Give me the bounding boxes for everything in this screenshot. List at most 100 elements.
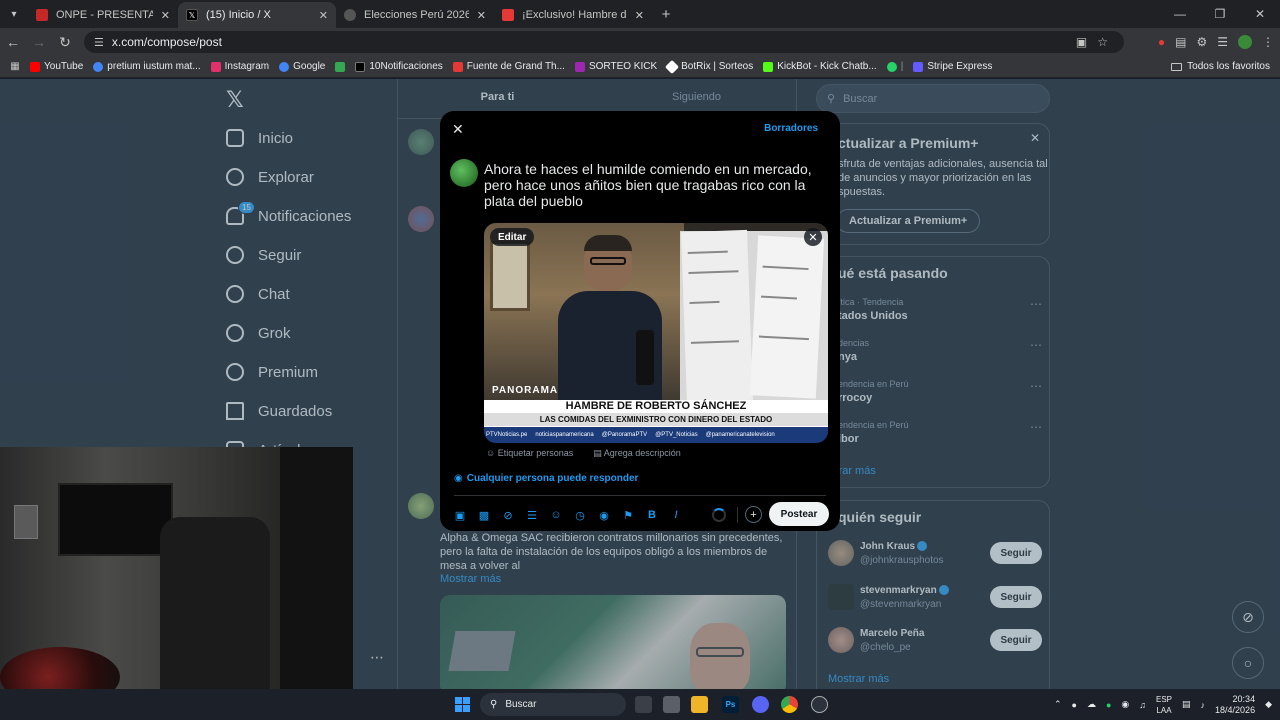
language-indicator[interactable]: ESP LAA xyxy=(1156,694,1172,716)
taskbar-search[interactable]: ⚲ Buscar xyxy=(480,693,626,716)
bookmark-kickbot[interactable]: KickBot - Kick Chatb... xyxy=(763,61,877,72)
task-view-icon[interactable] xyxy=(635,696,652,713)
edit-media-button[interactable]: Editar xyxy=(490,228,535,246)
bookmark-google[interactable]: Google xyxy=(279,61,325,72)
poll-icon[interactable]: ☰ xyxy=(524,507,540,523)
file-explorer-icon[interactable] xyxy=(691,696,708,713)
bookmark-youtube[interactable]: YouTube xyxy=(30,61,83,72)
grok-icon[interactable]: ⊘ xyxy=(500,507,516,523)
bookmark-pretium[interactable]: pretium iustum mat... xyxy=(93,61,201,72)
close-icon[interactable]: ✕ xyxy=(477,9,486,22)
bookmark-label: Instagram xyxy=(224,61,270,72)
lower-third: HAMBRE DE ROBERTO SÁNCHEZ LAS COMIDAS DE… xyxy=(484,400,828,427)
bookmark-botrix[interactable]: BotRix | Sorteos xyxy=(665,59,753,74)
bookmark-instagram[interactable]: Instagram xyxy=(210,61,270,72)
add-post-button[interactable]: + xyxy=(745,506,762,523)
bold-icon[interactable]: B xyxy=(644,507,660,523)
schedule-icon[interactable]: ◷ xyxy=(572,507,588,523)
browser-tab-onpe[interactable]: ONPE - PRESENTACIÓN DE RES ✕ xyxy=(28,2,178,28)
windows-taskbar: ⚲ Buscar Ps ⌃ ● ☁ ● ◉ ♫ ESP LAA ▤ ♪ 20:3… xyxy=(0,689,1280,720)
profile-avatar[interactable] xyxy=(1238,35,1252,49)
bookmark-favicon-icon xyxy=(335,61,346,72)
extensions-icon[interactable]: ⚙ xyxy=(1196,35,1207,49)
clock-date: 18/4/2026 xyxy=(1215,704,1256,715)
tray-app-icon[interactable]: ◉ xyxy=(1121,699,1129,710)
tab-search-button[interactable]: ▾ xyxy=(0,0,28,28)
new-tab-button[interactable]: + xyxy=(652,6,680,23)
social-ticker: PTVNoticias.pe noticiaspanamericana @Pan… xyxy=(484,427,828,443)
browser-tab-x-home[interactable]: 𝕏 (15) Inicio / X ✕ xyxy=(178,2,336,28)
bookmark-whatsapp[interactable]: | xyxy=(886,61,903,72)
location-icon[interactable]: ◉ xyxy=(596,507,612,523)
reading-list-icon[interactable]: ☰ xyxy=(1217,35,1228,49)
menu-icon[interactable]: ⋮ xyxy=(1262,35,1274,49)
app-icon[interactable] xyxy=(663,696,680,713)
close-window-icon[interactable]: ✕ xyxy=(1240,0,1280,28)
man-graphic xyxy=(554,235,664,405)
chrome-icon[interactable] xyxy=(781,696,798,713)
cast-icon[interactable]: ▣ xyxy=(1076,35,1087,49)
italic-icon[interactable]: I xyxy=(668,507,684,523)
post-button[interactable]: Postear xyxy=(769,502,829,526)
bookmark-label: Stripe Express xyxy=(927,61,993,72)
chevron-up-icon[interactable]: ⌃ xyxy=(1054,699,1062,710)
bookmark-sorteo-kick[interactable]: SORTEO KICK xyxy=(574,61,657,72)
text-line xyxy=(758,335,809,341)
start-button[interactable] xyxy=(455,697,470,712)
x-icon xyxy=(355,61,366,72)
microphone-icon[interactable]: ♫ xyxy=(1139,700,1146,710)
restore-icon[interactable]: ❐ xyxy=(1200,0,1240,28)
close-icon[interactable]: ✕ xyxy=(452,121,464,138)
reply-settings-label: Cualquier persona puede responder xyxy=(466,473,639,484)
tray-app-icon[interactable]: ● xyxy=(1106,700,1111,710)
photoshop-icon[interactable]: Ps xyxy=(722,696,739,713)
close-icon[interactable]: ✕ xyxy=(161,9,170,22)
microphone-graphic xyxy=(636,330,654,385)
add-description-button[interactable]: ▤ Agrega descripción xyxy=(593,448,681,459)
bookmark-stripe[interactable]: Stripe Express xyxy=(913,61,992,72)
forward-icon[interactable]: → xyxy=(26,34,52,50)
address-bar[interactable]: ☰ x.com/compose/post xyxy=(84,31,1124,53)
extension-card-icon[interactable]: ▤ xyxy=(1175,35,1186,49)
document-page xyxy=(681,229,753,403)
bookmark-colorful[interactable] xyxy=(335,61,346,72)
flag-icon[interactable]: ⚑ xyxy=(620,507,636,523)
reply-settings-button[interactable]: ◉ Cualquier persona puede responder xyxy=(454,473,638,484)
close-icon[interactable]: ✕ xyxy=(319,9,328,22)
bookmark-grand-theft[interactable]: Fuente de Grand Th... xyxy=(452,61,565,72)
app-icon[interactable] xyxy=(811,696,828,713)
tag-people-button[interactable]: ☺ Etiquetar personas xyxy=(486,448,573,459)
all-bookmarks-folder[interactable]: Todos los favoritos xyxy=(1171,61,1270,72)
bookmark-label: KickBot - Kick Chatb... xyxy=(777,61,877,72)
discord-icon[interactable] xyxy=(752,696,769,713)
network-icon[interactable]: ▤ xyxy=(1182,699,1191,710)
star-icon[interactable]: ☆ xyxy=(1097,35,1108,49)
site-info-icon[interactable]: ☰ xyxy=(94,36,104,49)
volume-icon[interactable]: ♪ xyxy=(1201,700,1206,710)
notifications-icon[interactable]: ◆ xyxy=(1265,699,1272,710)
extension-red-icon[interactable]: ● xyxy=(1158,35,1165,49)
close-icon[interactable]: ✕ xyxy=(635,9,644,22)
bookmark-favicon-icon xyxy=(574,61,585,72)
emoji-icon[interactable]: ☺ xyxy=(548,507,564,523)
compose-toolbar: ▣ ▩ ⊘ ☰ ☺ ◷ ◉ ⚑ B I xyxy=(452,507,684,523)
back-icon[interactable]: ← xyxy=(0,34,26,50)
tray-app-icon[interactable]: ● xyxy=(1072,700,1077,710)
apps-icon[interactable]: ▦ xyxy=(0,61,30,72)
reload-icon[interactable]: ↻ xyxy=(52,34,78,51)
ticker-item: @panamericanatelevision xyxy=(705,432,775,438)
browser-tab-elecciones[interactable]: Elecciones Perú 2026 — Congr ✕ xyxy=(336,2,494,28)
remove-media-icon[interactable]: ✕ xyxy=(804,228,822,246)
onedrive-icon[interactable]: ☁ xyxy=(1087,699,1096,710)
folder-icon xyxy=(1171,62,1183,71)
tab-title: (15) Inicio / X xyxy=(206,9,271,21)
browser-tab-youtube[interactable]: ¡Exclusivo! Hambre de Roberto ✕ xyxy=(494,2,652,28)
attached-image[interactable]: PANORAMA HAMBRE DE ROBERTO SÁNCHEZ LAS C… xyxy=(484,223,828,443)
post-text-input[interactable]: Ahora te haces el humilde comiendo en un… xyxy=(484,161,814,209)
clock[interactable]: 20:34 18/4/2026 xyxy=(1215,694,1255,716)
minimize-icon[interactable]: — xyxy=(1160,0,1200,28)
gif-icon[interactable]: ▩ xyxy=(476,507,492,523)
drafts-button[interactable]: Borradores xyxy=(764,123,818,134)
image-icon[interactable]: ▣ xyxy=(452,507,468,523)
bookmark-10notificaciones[interactable]: 10Notificaciones xyxy=(355,61,443,72)
